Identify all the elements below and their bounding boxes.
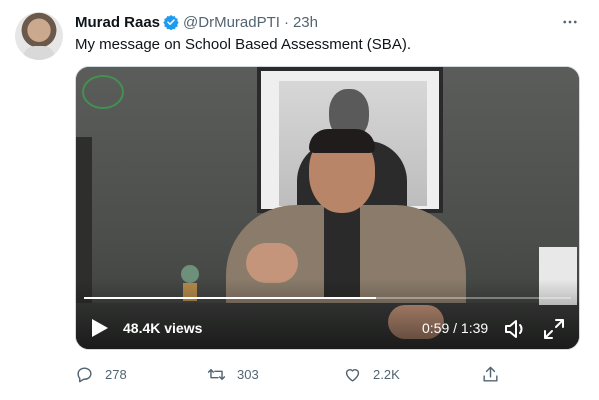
tweet-actions: 278 303 2.2K: [75, 362, 580, 386]
fullscreen-icon: [544, 319, 564, 339]
verified-badge-icon: [163, 15, 179, 30]
more-options-button[interactable]: [559, 11, 581, 33]
volume-icon: [505, 320, 523, 338]
play-button[interactable]: [91, 318, 109, 338]
retweet-icon: [207, 368, 226, 380]
tweet-time[interactable]: 23h: [293, 14, 318, 31]
more-icon: [563, 20, 577, 24]
play-icon: [92, 319, 108, 337]
reply-button[interactable]: 278: [75, 362, 127, 386]
tweet-card[interactable]: Murad Raas @DrMuradPTI · 23h My message …: [0, 0, 599, 400]
video-timecode: 0:59 / 1:39: [422, 320, 489, 336]
fullscreen-button[interactable]: [543, 318, 565, 340]
reply-count: 278: [105, 366, 127, 382]
retweet-count: 303: [237, 366, 259, 382]
reply-icon: [77, 366, 92, 382]
like-button[interactable]: 2.2K: [343, 362, 400, 386]
video-progress-bar[interactable]: [84, 297, 571, 299]
like-count: 2.2K: [373, 366, 400, 382]
watermark-logo: [82, 75, 124, 109]
tweet-header: Murad Raas @DrMuradPTI · 23h: [75, 12, 318, 32]
author-handle[interactable]: @DrMuradPTI: [183, 14, 280, 31]
volume-button[interactable]: [504, 318, 528, 340]
separator-dot: ·: [283, 13, 289, 31]
share-icon: [483, 366, 498, 382]
video-player[interactable]: 48.4K views 0:59 / 1:39: [75, 66, 580, 350]
tweet-text: My message on School Based Assessment (S…: [75, 36, 411, 53]
retweet-button[interactable]: 303: [207, 362, 259, 386]
author-name[interactable]: Murad Raas: [75, 14, 160, 31]
share-button[interactable]: [481, 362, 500, 386]
view-count: 48.4K views: [123, 320, 203, 336]
like-icon: [345, 368, 360, 382]
avatar[interactable]: [15, 12, 63, 60]
video-progress-fill: [84, 297, 377, 299]
